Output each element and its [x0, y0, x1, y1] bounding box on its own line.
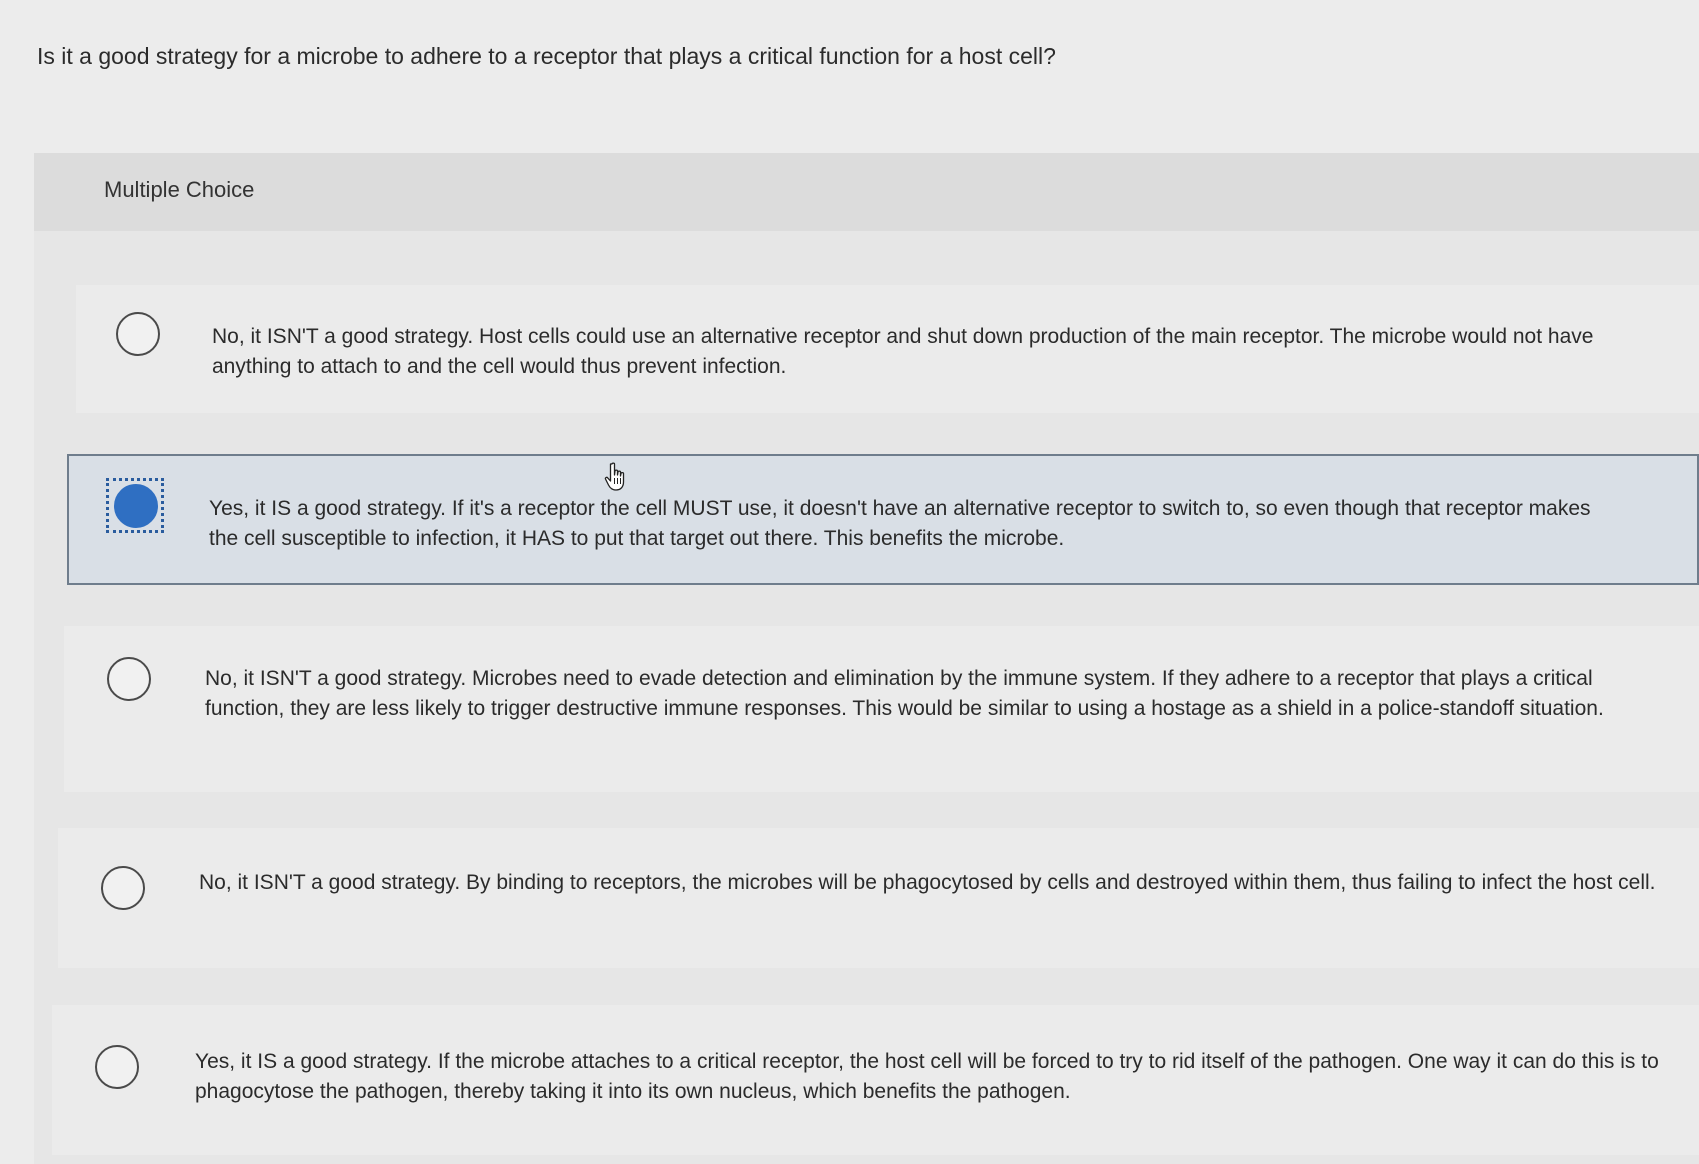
answer-option-text: No, it ISN'T a good strategy. Host cells… — [212, 325, 1594, 378]
answer-option-text: No, it ISN'T a good strategy. By binding… — [199, 871, 1656, 894]
radio-unchecked-icon[interactable] — [116, 312, 160, 356]
radio-unchecked-icon[interactable] — [95, 1045, 139, 1089]
answer-option-3[interactable]: No, it ISN'T a good strategy. Microbes n… — [64, 626, 1699, 792]
hand-pointer-icon — [604, 462, 625, 491]
multiple-choice-header: Multiple Choice — [34, 153, 1699, 231]
radio-unchecked-icon[interactable] — [101, 866, 145, 910]
answer-option-5[interactable]: Yes, it IS a good strategy. If the micro… — [52, 1005, 1699, 1155]
answer-option-text: No, it ISN'T a good strategy. Microbes n… — [205, 667, 1604, 720]
radio-unchecked-icon[interactable] — [107, 657, 151, 701]
answer-option-4[interactable]: No, it ISN'T a good strategy. By binding… — [58, 828, 1699, 968]
radio-checked-icon[interactable] — [114, 484, 158, 528]
answer-option-2[interactable]: Yes, it IS a good strategy. If it's a re… — [67, 454, 1699, 585]
answer-option-1[interactable]: No, it ISN'T a good strategy. Host cells… — [76, 285, 1699, 413]
answer-option-text: Yes, it IS a good strategy. If the micro… — [195, 1050, 1659, 1103]
answer-option-text: Yes, it IS a good strategy. If it's a re… — [209, 497, 1591, 550]
question-type-label: Multiple Choice — [104, 177, 255, 202]
question-text: Is it a good strategy for a microbe to a… — [37, 43, 1056, 69]
